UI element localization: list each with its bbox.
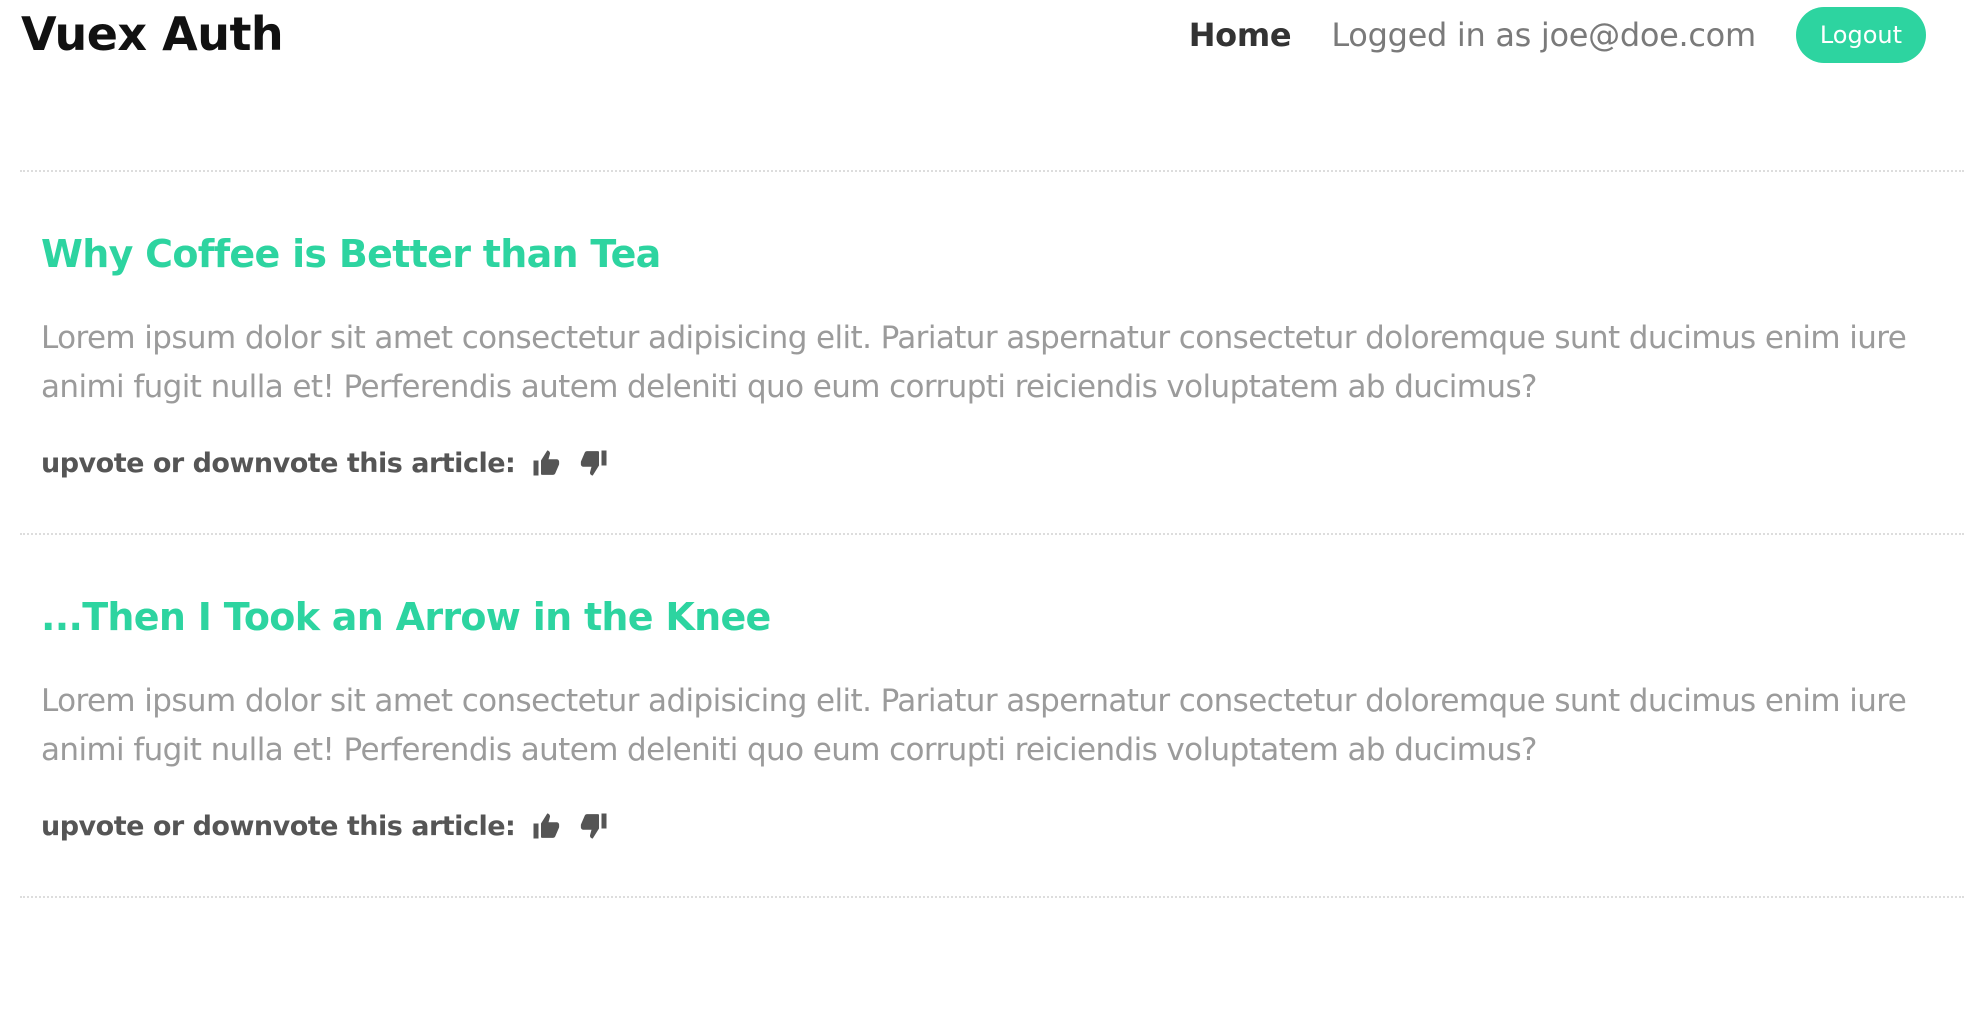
article-title[interactable]: Why Coffee is Better than Tea [41,226,1944,282]
article-body: Lorem ipsum dolor sit amet consectetur a… [41,320,1907,405]
brand-title: Vuex Auth [21,7,284,61]
top-nav: Home Logged in as joe@doe.com Logout [1189,6,1926,64]
thumbs-down-icon[interactable] [577,446,611,480]
vote-row: upvote or downvote this article: [41,809,1944,843]
thumbs-up-icon[interactable] [529,809,563,843]
vote-label: upvote or downvote this article: [41,810,516,842]
thumbs-down-icon[interactable] [577,809,611,843]
app-header: Vuex Auth Home Logged in as joe@doe.com … [20,0,1962,74]
article-title[interactable]: ...Then I Took an Arrow in the Knee [41,589,1944,645]
vote-label: upvote or downvote this article: [41,447,516,479]
nav-home-link[interactable]: Home [1189,16,1292,54]
vote-row: upvote or downvote this article: [41,446,1944,480]
thumbs-up-icon[interactable] [529,446,563,480]
logged-in-status: Logged in as joe@doe.com [1331,16,1756,54]
article-card: Why Coffee is Better than Tea Lorem ipsu… [20,172,1964,533]
article-card: ...Then I Took an Arrow in the Knee Lore… [20,535,1964,896]
logout-button[interactable]: Logout [1795,7,1926,63]
page: Vuex Auth Home Logged in as joe@doe.com … [0,0,1982,1024]
article-body: Lorem ipsum dolor sit amet consectetur a… [41,683,1907,768]
divider [20,896,1964,898]
